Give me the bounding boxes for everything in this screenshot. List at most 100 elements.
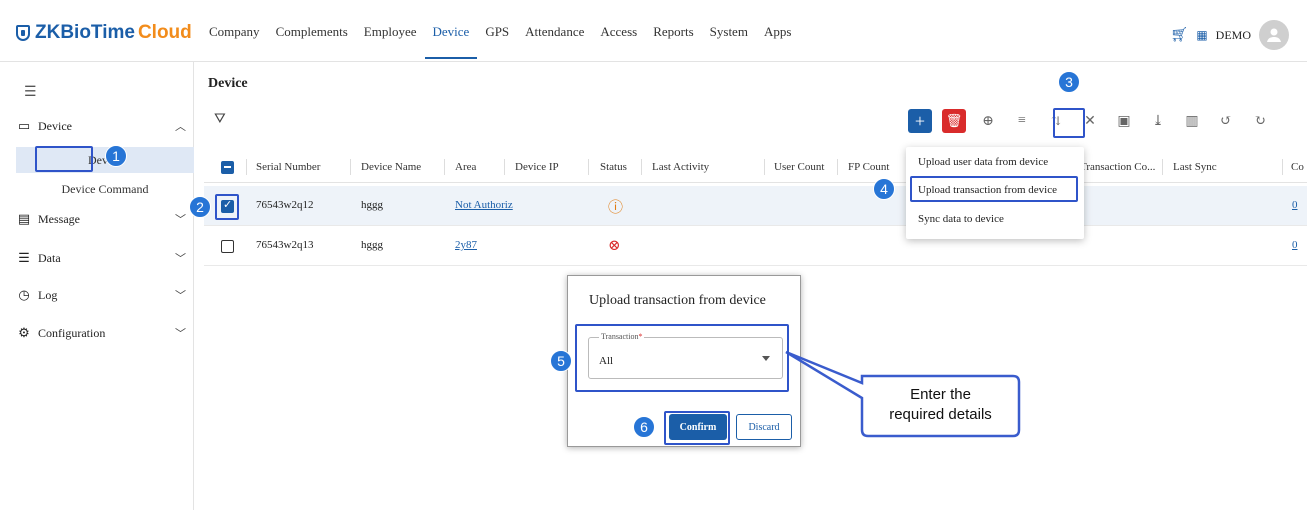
filter-icon[interactable]: ⛛ [214, 112, 226, 128]
dialog-title: Upload transaction from device [589, 293, 766, 308]
chevron-down-icon: ﹀ [175, 290, 186, 302]
data-transfer-dropdown: Upload user data from device Upload tran… [906, 147, 1084, 239]
nav-complements[interactable]: Complements [268, 24, 356, 40]
upload-transaction-dialog: Upload transaction from device Transacti… [567, 275, 801, 447]
sidebar-item-label: Log [38, 287, 58, 302]
column-header[interactable]: Serial Number [256, 161, 320, 173]
row-checkbox[interactable] [221, 198, 234, 213]
nav-attendance[interactable]: Attendance [517, 24, 592, 40]
nav-apps[interactable]: Apps [756, 24, 799, 40]
column-header[interactable]: Last Activity [652, 161, 709, 173]
sidebar-item-message[interactable]: ▤ Message ﹀ [16, 207, 194, 231]
column-separator [1162, 159, 1163, 175]
step-badge: 2 [189, 196, 211, 218]
nav-employee[interactable]: Employee [356, 24, 425, 40]
download-icon[interactable]: ⤓ [1146, 109, 1170, 133]
sidebar: ☰ ▭ Device ︿ Device Device Command ▤ Mes… [8, 62, 194, 510]
column-separator [350, 159, 351, 175]
refresh-icon[interactable]: ↻ [1248, 109, 1272, 133]
nav-company[interactable]: Company [201, 24, 268, 40]
nav-system[interactable]: System [702, 24, 756, 40]
column-separator [837, 159, 838, 175]
chevron-down-icon: ﹀ [175, 328, 186, 340]
column-header[interactable]: Status [600, 161, 627, 173]
device-icon: ▭ [17, 118, 31, 133]
column-header[interactable]: Device Name [361, 161, 421, 173]
caret-down-icon [762, 356, 770, 361]
cart-icon[interactable]: 🛒︎ [1171, 27, 1189, 44]
toolbar: + 🗑︎ ⊕ ≡ ⇅ ✕ ▣ ⤓ ▥ ↺ ↻ [908, 109, 1272, 133]
nav-access[interactable]: Access [592, 24, 645, 40]
column-header[interactable]: Co [1291, 161, 1304, 173]
column-header[interactable]: Transaction Co... [1080, 161, 1155, 173]
user-icon [1267, 28, 1281, 42]
area-link[interactable]: 2y87 [455, 239, 477, 251]
column-separator [504, 159, 505, 175]
serial-number-cell: 76543w2q13 [256, 239, 314, 251]
column-separator [1282, 159, 1283, 175]
columns-icon[interactable]: ▥ [1180, 109, 1204, 133]
sidebar-item-label: Configuration [38, 325, 106, 340]
serial-number-cell: 76543w2q12 [256, 199, 314, 211]
sidebar-subitem-device-command[interactable]: Device Command [16, 176, 194, 202]
chevron-down-icon: ﹀ [175, 253, 186, 265]
main-menu: Company Complements Employee Device GPS … [201, 24, 799, 59]
sidebar-item-device[interactable]: ▭ Device ︿ [16, 114, 194, 138]
menu-item-sync-data[interactable]: Sync data to device [918, 213, 1004, 225]
transaction-select[interactable]: Transaction* All [588, 332, 783, 379]
sidebar-item-data[interactable]: ☰ Data ﹀ [16, 246, 194, 270]
callout-text: Enter the required details [889, 386, 992, 423]
nav-reports[interactable]: Reports [645, 24, 701, 40]
company-icon: ▦ [1196, 27, 1208, 42]
select-all-checkbox[interactable] [221, 161, 234, 174]
column-header[interactable]: Device IP [515, 161, 559, 173]
app-logo[interactable]: ZKBioTime Cloud [16, 22, 192, 44]
sidebar-item-log[interactable]: ◷ Log ﹀ [16, 283, 194, 307]
data-transfer-icon[interactable]: ⇅ [1044, 109, 1068, 133]
collapse-menu-icon[interactable]: ☰ [24, 84, 37, 101]
gear-icon: ⚙ [18, 325, 30, 340]
row-checkbox[interactable] [221, 240, 234, 253]
warning-status-icon: ⓘ [608, 200, 624, 216]
column-header[interactable]: Area [455, 161, 476, 173]
chevron-down-icon: ﹀ [175, 214, 186, 226]
delete-button[interactable]: 🗑︎ [942, 109, 966, 133]
list-icon[interactable]: ≡ [1010, 109, 1034, 133]
avatar[interactable] [1259, 20, 1289, 50]
step-badge: 3 [1058, 71, 1080, 93]
count-link[interactable]: 0 [1292, 239, 1298, 251]
step-badge: 1 [105, 145, 127, 167]
column-header[interactable]: User Count [774, 161, 824, 173]
nav-device[interactable]: Device [424, 24, 478, 59]
data-icon: ☰ [18, 250, 30, 265]
step-badge: 4 [873, 178, 895, 200]
column-separator [588, 159, 589, 175]
user-name[interactable]: DEMO [1216, 28, 1251, 43]
device-settings-icon[interactable]: ▣ [1112, 109, 1136, 133]
column-header[interactable]: Last Sync [1173, 161, 1217, 173]
history-icon[interactable]: ↺ [1214, 109, 1238, 133]
table-row[interactable]: 76543w2q13 hggg 2y87 ⊗ 0 [204, 226, 1307, 266]
column-separator [444, 159, 445, 175]
menu-item-upload-user-data[interactable]: Upload user data from device [918, 156, 1048, 168]
count-link[interactable]: 0 [1292, 199, 1298, 211]
close-icon[interactable]: ✕ [1078, 109, 1102, 133]
user-area: 🛒︎ ▦ DEMO [1171, 20, 1289, 50]
logo-shield-icon [16, 25, 30, 41]
sidebar-item-label: Device [38, 118, 72, 133]
add-button[interactable]: + [908, 109, 932, 133]
nav-gps[interactable]: GPS [477, 24, 517, 40]
logo-accent-text: Cloud [137, 22, 192, 43]
chevron-up-icon: ︿ [175, 121, 186, 133]
add-device-icon[interactable]: ⊕ [976, 109, 1000, 133]
sidebar-item-label: Data [38, 250, 61, 265]
area-link[interactable]: Not Authoriz [455, 199, 513, 211]
discard-button[interactable]: Discard [736, 414, 792, 440]
column-header[interactable]: FP Count [848, 161, 889, 173]
table-row[interactable]: 76543w2q12 hggg Not Authoriz ⓘ 0 [204, 186, 1307, 226]
message-icon: ▤ [17, 211, 31, 226]
sidebar-item-configuration[interactable]: ⚙ Configuration ﹀ [16, 321, 194, 345]
menu-item-upload-transaction[interactable]: Upload transaction from device [918, 184, 1057, 196]
top-navigation-bar: ZKBioTime Cloud Company Complements Emplo… [0, 0, 1307, 62]
confirm-button[interactable]: Confirm [669, 414, 727, 440]
